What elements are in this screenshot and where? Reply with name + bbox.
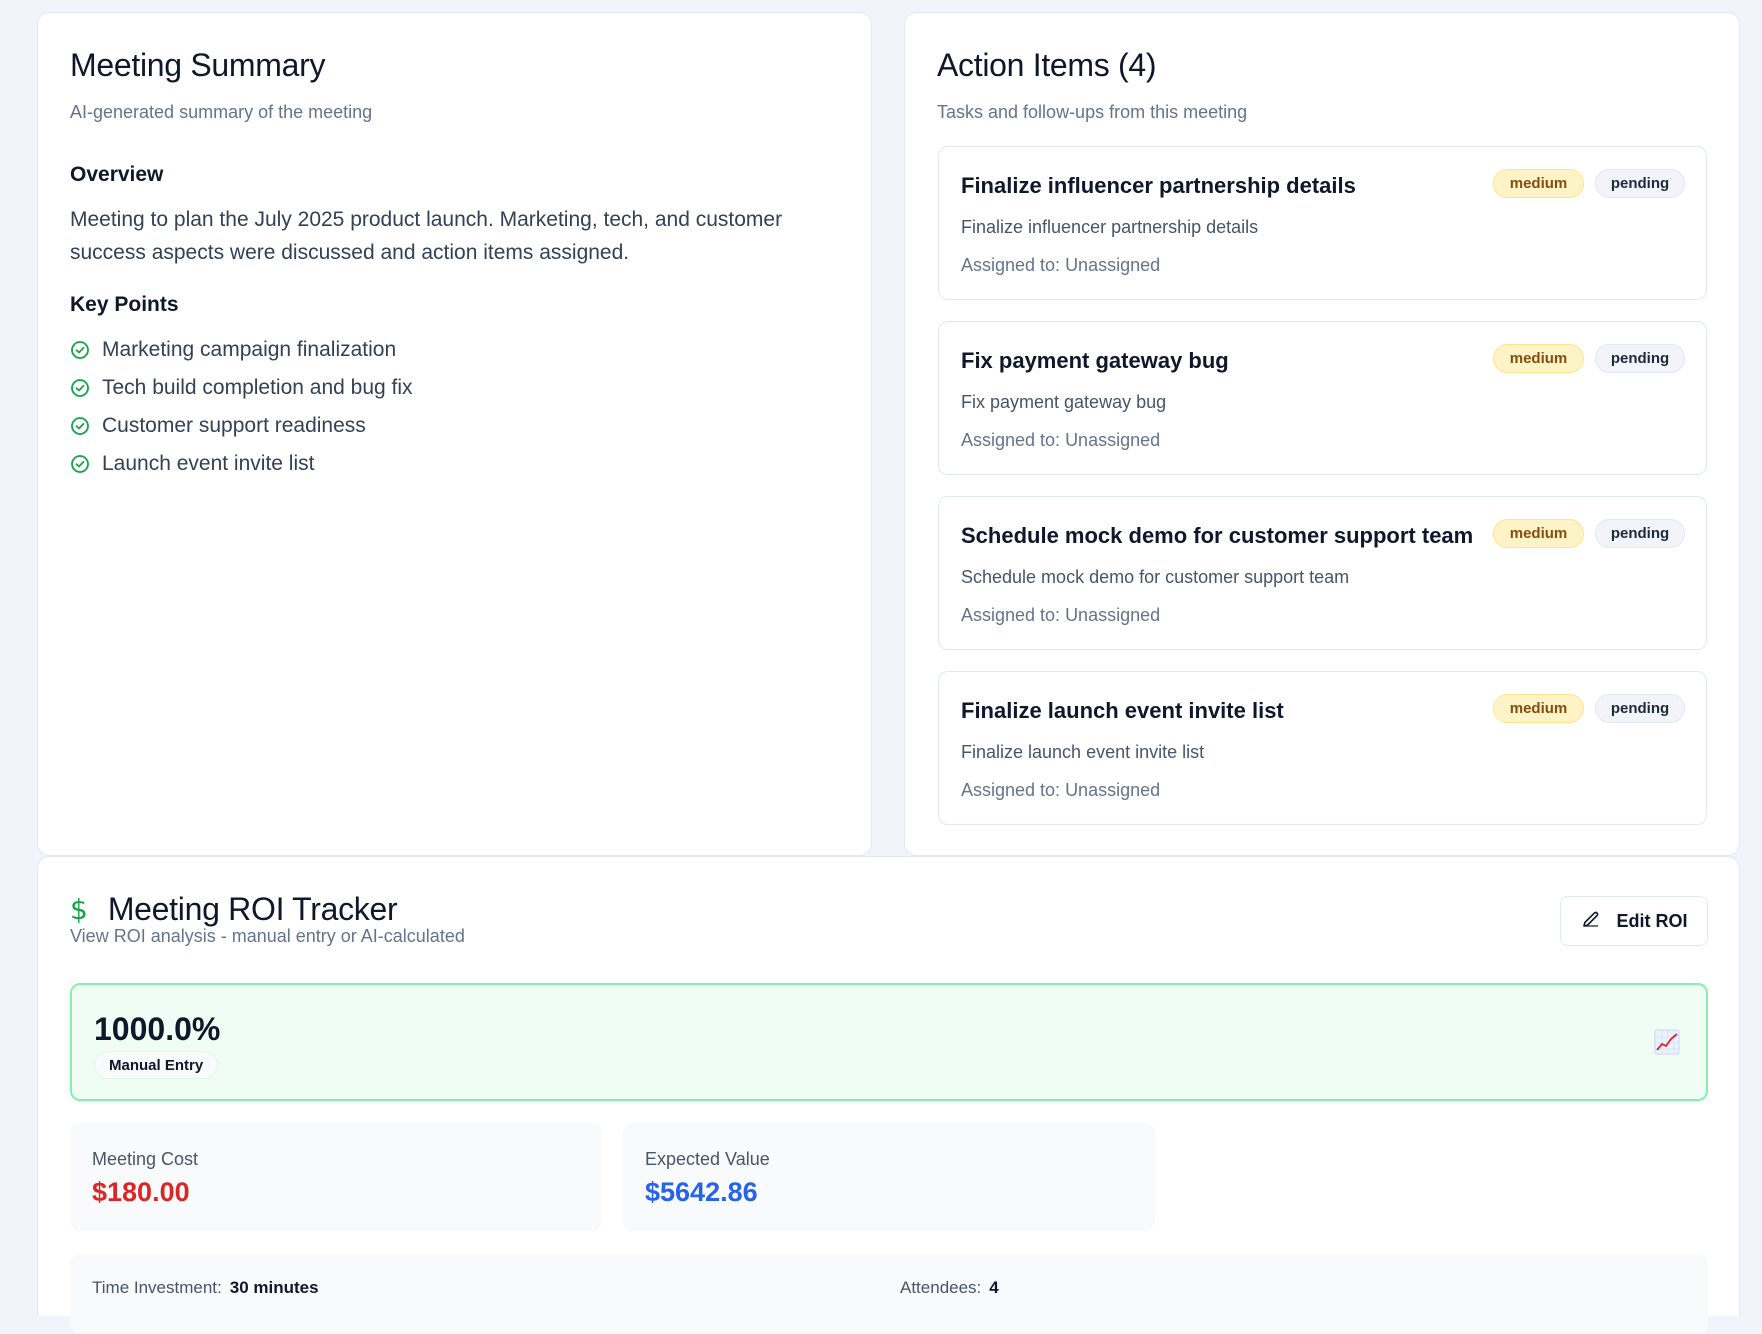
action-item-title: Schedule mock demo for customer support …: [961, 523, 1474, 548]
overview-heading: Overview: [70, 163, 164, 186]
action-item[interactable]: Fix payment gateway bug medium pending F…: [938, 321, 1707, 475]
meeting-cost-box: Meeting Cost $180.00: [70, 1123, 602, 1231]
dollar-icon: $: [70, 893, 88, 926]
time-investment: Time Investment: 30 minutes: [92, 1278, 319, 1298]
action-item-description: Schedule mock demo for customer support …: [961, 567, 1350, 587]
check-circle-icon: [70, 340, 90, 360]
roi-header: $ Meeting ROI Tracker: [70, 891, 398, 928]
roi-source-badge: Manual Entry: [94, 1051, 219, 1079]
check-circle-icon: [70, 378, 90, 398]
status-badge: pending: [1595, 694, 1685, 723]
action-item-title: Finalize influencer partnership details: [961, 173, 1356, 198]
edit-roi-button[interactable]: Edit ROI: [1560, 896, 1708, 946]
key-point-label: Customer support readiness: [102, 414, 366, 437]
attendees: Attendees: 4: [900, 1278, 999, 1298]
key-point-label: Marketing campaign finalization: [102, 338, 397, 361]
priority-badge: medium: [1493, 519, 1584, 548]
summary-title: Meeting Summary: [70, 47, 326, 83]
priority-badge: medium: [1493, 344, 1584, 373]
summary-subtitle: AI-generated summary of the meeting: [70, 102, 373, 122]
key-point-item: Tech build completion and bug fix: [70, 369, 413, 407]
status-badge: pending: [1595, 519, 1685, 548]
action-item-assignee: Assigned to: Unassigned: [961, 430, 1161, 450]
chart-increasing-icon: [1654, 1029, 1680, 1055]
action-items-title: Action Items (4): [937, 47, 1157, 83]
action-item-description: Finalize influencer partnership details: [961, 217, 1259, 237]
priority-badge: medium: [1493, 169, 1584, 198]
priority-badge: medium: [1493, 694, 1584, 723]
action-item-description: Fix payment gateway bug: [961, 392, 1167, 412]
key-point-label: Tech build completion and bug fix: [102, 376, 413, 399]
action-items-subtitle: Tasks and follow-ups from this meeting: [937, 102, 1248, 122]
expected-value-value: $5642.86: [645, 1177, 758, 1207]
action-item-description: Finalize launch event invite list: [961, 742, 1205, 762]
check-circle-icon: [70, 454, 90, 474]
overview-text: Meeting to plan the July 2025 product la…: [70, 208, 783, 264]
roi-result-panel: 1000.0% Manual Entry: [70, 983, 1708, 1101]
pencil-icon: [1581, 909, 1601, 934]
action-item-title: Fix payment gateway bug: [961, 348, 1229, 373]
status-badge: pending: [1595, 169, 1685, 198]
key-point-item: Customer support readiness: [70, 407, 413, 445]
key-points-heading: Key Points: [70, 293, 179, 316]
meeting-cost-label: Meeting Cost: [92, 1149, 199, 1169]
action-item-assignee: Assigned to: Unassigned: [961, 255, 1161, 275]
key-point-item: Marketing campaign finalization: [70, 331, 413, 369]
action-item-assignee: Assigned to: Unassigned: [961, 780, 1161, 800]
expected-value-box: Expected Value $5642.86: [623, 1123, 1155, 1231]
roi-subtitle: View ROI analysis - manual entry or AI-c…: [70, 926, 465, 946]
roi-details-box: Time Investment: 30 minutes Attendees: 4: [70, 1254, 1708, 1334]
time-investment-label: Time Investment:: [92, 1278, 222, 1297]
roi-tracker-card: $ Meeting ROI Tracker View ROI analysis …: [37, 856, 1740, 1334]
edit-roi-label: Edit ROI: [1616, 910, 1688, 931]
key-point-label: Launch event invite list: [102, 452, 315, 475]
action-items-card: Action Items (4) Tasks and follow-ups fr…: [904, 12, 1740, 856]
action-item[interactable]: Schedule mock demo for customer support …: [938, 496, 1707, 650]
status-badge: pending: [1595, 344, 1685, 373]
roi-title: Meeting ROI Tracker: [107, 891, 398, 927]
action-item-assignee: Assigned to: Unassigned: [961, 605, 1161, 625]
attendees-label: Attendees:: [900, 1278, 982, 1297]
roi-value: 1000.0%: [94, 1011, 221, 1047]
expected-value-label: Expected Value: [645, 1149, 770, 1169]
action-item[interactable]: Finalize launch event invite list medium…: [938, 671, 1707, 825]
key-point-item: Launch event invite list: [70, 445, 413, 483]
check-circle-icon: [70, 416, 90, 436]
meeting-summary-card: Meeting Summary AI-generated summary of …: [37, 12, 872, 856]
time-investment-value: 30 minutes: [229, 1278, 319, 1297]
action-item[interactable]: Finalize influencer partnership details …: [938, 146, 1707, 300]
meeting-cost-value: $180.00: [92, 1177, 190, 1207]
key-points-list: Marketing campaign finalization Tech bui…: [70, 331, 413, 483]
attendees-value: 4: [989, 1278, 999, 1297]
action-item-title: Finalize launch event invite list: [961, 698, 1284, 723]
